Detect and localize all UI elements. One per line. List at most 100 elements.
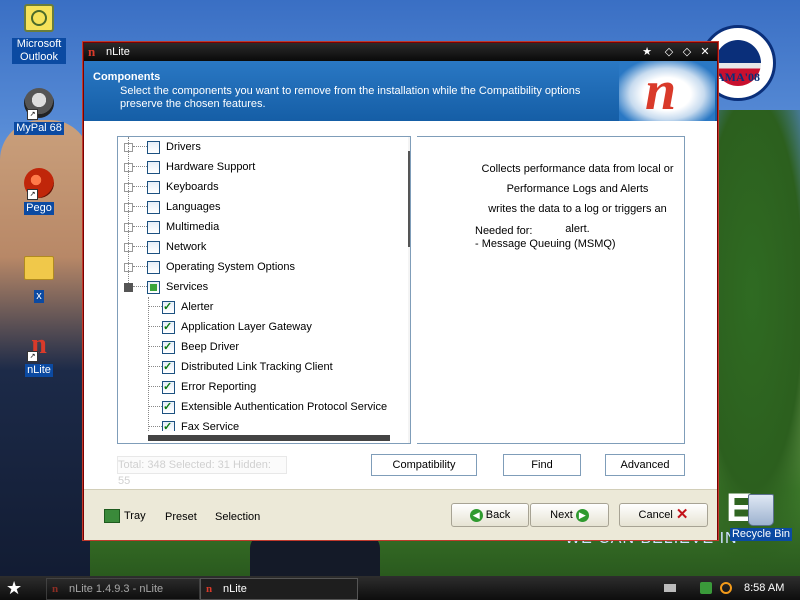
start-button[interactable]: ★ bbox=[6, 578, 28, 598]
tree-item[interactable]: Distributed Link Tracking Client bbox=[148, 357, 333, 377]
tree-item-label: Alerter bbox=[181, 301, 214, 313]
pin-icon[interactable]: ◇ bbox=[680, 45, 694, 59]
back-arrow-icon: ◀ bbox=[469, 508, 483, 522]
wallpaper-logo-text: AMA'08 bbox=[716, 70, 760, 84]
checkbox[interactable] bbox=[147, 140, 160, 154]
tree-item-services[interactable]: Services bbox=[124, 277, 208, 297]
description-line: Performance Logs and Alerts bbox=[506, 183, 649, 195]
description-line: Collects performance data from local or bbox=[481, 163, 674, 175]
outlook-icon bbox=[24, 4, 54, 32]
needed-item: - Message Queuing (MSMQ) bbox=[475, 238, 616, 250]
page-header: Components Select the components you wan… bbox=[84, 60, 717, 122]
checkbox[interactable] bbox=[162, 377, 175, 397]
page-title: Components bbox=[93, 71, 161, 83]
recycle-bin-icon bbox=[748, 494, 774, 526]
expand-icon[interactable] bbox=[124, 262, 133, 272]
tree-item[interactable]: Operating System Options bbox=[124, 257, 295, 277]
find-button[interactable]: Find bbox=[503, 454, 581, 476]
tree-item[interactable]: Alerter bbox=[148, 297, 213, 317]
desktop-icon-folder-x[interactable]: x bbox=[4, 250, 74, 303]
tray-label: Tray bbox=[124, 509, 146, 522]
taskbar: ★ n nLite 1.4.9.3 - nLite n nLite 8:58 AM bbox=[0, 576, 800, 600]
network-icon[interactable] bbox=[700, 582, 712, 594]
checkbox[interactable] bbox=[147, 220, 160, 234]
tree-item[interactable]: Drivers bbox=[124, 137, 201, 157]
checkbox[interactable] bbox=[162, 357, 175, 377]
desktop-icon-label: Pego bbox=[24, 202, 54, 215]
expand-icon[interactable] bbox=[124, 222, 133, 232]
checkbox[interactable] bbox=[147, 160, 160, 174]
tree-item[interactable]: Languages bbox=[124, 197, 220, 217]
next-label: Next bbox=[550, 509, 573, 521]
selection-button[interactable]: Selection bbox=[215, 511, 260, 523]
expand-icon[interactable] bbox=[124, 202, 133, 212]
tree-item-label: Services bbox=[166, 281, 209, 293]
preset-button[interactable]: Preset bbox=[165, 511, 197, 523]
tree-item[interactable]: Application Layer Gateway bbox=[148, 317, 312, 337]
keyboard-icon[interactable] bbox=[664, 584, 676, 592]
desktop-icon-mypal[interactable]: ↗ MyPal 68 bbox=[4, 88, 74, 135]
desktop-icon-label: MyPal 68 bbox=[14, 122, 64, 135]
clock: 8:58 AM bbox=[744, 582, 785, 594]
shortcut-arrow-icon: ↗ bbox=[27, 109, 38, 120]
advanced-button[interactable]: Advanced bbox=[605, 454, 685, 476]
desktop-icon-recycle-bin[interactable]: Recycle Bin bbox=[726, 494, 796, 541]
star-icon[interactable]: ★ bbox=[640, 45, 654, 59]
tray-button[interactable]: Tray bbox=[104, 509, 146, 523]
tree-item-label: Extensible Authentication Protocol Servi… bbox=[181, 401, 388, 413]
cancel-button[interactable]: Cancel ✕ bbox=[619, 503, 708, 527]
desktop-icon-nlite[interactable]: n ↗ nLite bbox=[4, 330, 74, 377]
checkbox[interactable] bbox=[147, 260, 160, 274]
back-label: Back bbox=[485, 509, 511, 521]
taskbar-item-label: nLite 1.4.9.3 - nLite bbox=[69, 583, 164, 595]
tree-item[interactable]: Error Reporting bbox=[148, 377, 256, 397]
expand-icon[interactable] bbox=[124, 242, 133, 252]
shortcut-arrow-icon: ↗ bbox=[27, 189, 38, 200]
nlite-logo: n bbox=[619, 60, 715, 122]
checkbox[interactable] bbox=[162, 397, 175, 417]
taskbar-item-active[interactable]: n nLite bbox=[200, 578, 358, 600]
components-tree[interactable]: Drivers Hardware Support Keyboards Langu… bbox=[117, 136, 411, 444]
tree-item-label: Keyboards bbox=[166, 181, 219, 193]
desktop-icon-label: x bbox=[34, 290, 44, 303]
checkbox[interactable] bbox=[147, 180, 160, 194]
horizontal-scrollbar[interactable] bbox=[118, 431, 408, 443]
expand-icon[interactable] bbox=[124, 142, 133, 152]
expand-icon[interactable] bbox=[124, 162, 133, 172]
page-description: Select the components you want to remove… bbox=[120, 85, 581, 110]
window-titlebar[interactable]: n nLite ★ ◇ ◇ ✕ bbox=[84, 43, 717, 61]
scrollbar-thumb[interactable] bbox=[148, 435, 390, 441]
checkbox[interactable] bbox=[162, 317, 175, 337]
taskbar-item-label: nLite bbox=[223, 583, 247, 595]
tree-item[interactable]: Multimedia bbox=[124, 217, 219, 237]
search-icon[interactable] bbox=[720, 582, 732, 594]
tree-item-label: Error Reporting bbox=[181, 381, 257, 393]
next-arrow-icon: ▶ bbox=[575, 508, 589, 522]
tree-item[interactable]: Network bbox=[124, 237, 206, 257]
tree-item[interactable]: Keyboards bbox=[124, 177, 219, 197]
checkbox[interactable] bbox=[147, 280, 160, 294]
checkbox[interactable] bbox=[147, 240, 160, 254]
close-icon[interactable]: ✕ bbox=[698, 45, 712, 59]
dependencies: Needed for: - Message Queuing (MSMQ) bbox=[475, 225, 616, 251]
collapse-icon[interactable] bbox=[124, 282, 133, 292]
desktop-icon-pego[interactable]: ↗ Pego bbox=[4, 168, 74, 215]
checkbox[interactable] bbox=[162, 297, 175, 317]
wizard-footer: Tray Preset Selection ◀ Back Next ▶ Canc… bbox=[84, 489, 717, 540]
compatibility-button[interactable]: Compatibility bbox=[371, 454, 477, 476]
components-panel: Drivers Hardware Support Keyboards Langu… bbox=[84, 121, 717, 489]
checkbox[interactable] bbox=[147, 200, 160, 214]
next-button[interactable]: Next ▶ bbox=[530, 503, 609, 527]
desktop-icon-outlook[interactable]: Microsoft Outlook bbox=[4, 4, 74, 64]
needed-label: Needed for: bbox=[475, 225, 533, 237]
taskbar-item[interactable]: n nLite 1.4.9.3 - nLite bbox=[46, 578, 200, 600]
tree-item[interactable]: Hardware Support bbox=[124, 157, 255, 177]
tree-item[interactable]: Beep Driver bbox=[148, 337, 239, 357]
scrollbar-thumb[interactable] bbox=[408, 151, 410, 247]
pin-icon[interactable]: ◇ bbox=[662, 45, 676, 59]
expand-icon[interactable] bbox=[124, 182, 133, 192]
checkbox[interactable] bbox=[162, 337, 175, 357]
vertical-scrollbar[interactable] bbox=[408, 137, 410, 443]
tree-item[interactable]: Extensible Authentication Protocol Servi… bbox=[148, 397, 387, 417]
back-button[interactable]: ◀ Back bbox=[451, 503, 529, 527]
